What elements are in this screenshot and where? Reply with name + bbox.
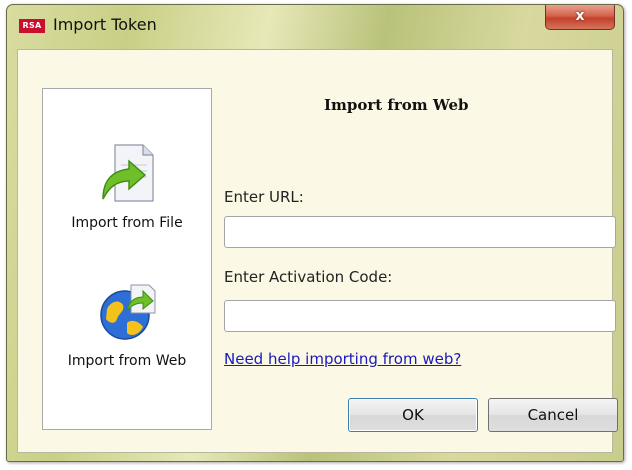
sidebar-item-import-from-file[interactable]: Import from File [43, 141, 211, 231]
import-method-panel: Import from File Import from Web [42, 88, 212, 430]
rsa-logo-icon: RSA [19, 19, 45, 33]
import-web-icon [97, 279, 157, 343]
section-title: Import from Web [324, 96, 469, 114]
cancel-button[interactable]: Cancel [488, 398, 618, 432]
close-button[interactable]: x [545, 5, 615, 30]
help-link[interactable]: Need help importing from web? [224, 350, 461, 368]
sidebar-item-label: Import from File [71, 215, 183, 231]
url-input[interactable] [224, 216, 616, 248]
activation-code-label: Enter Activation Code: [224, 268, 393, 286]
sidebar-item-import-from-web[interactable]: Import from Web [43, 279, 211, 369]
sidebar-item-label: Import from Web [67, 353, 187, 369]
title-bar[interactable]: RSA Import Token x [7, 5, 623, 45]
url-label: Enter URL: [224, 188, 304, 206]
import-token-dialog: RSA Import Token x Import from File Impo… [6, 4, 624, 462]
import-file-icon [97, 141, 157, 205]
window-title: Import Token [53, 15, 157, 34]
activation-code-input[interactable] [224, 300, 616, 332]
ok-button[interactable]: OK [348, 398, 478, 432]
dialog-body: Import from File Import from Web Import … [17, 49, 618, 453]
